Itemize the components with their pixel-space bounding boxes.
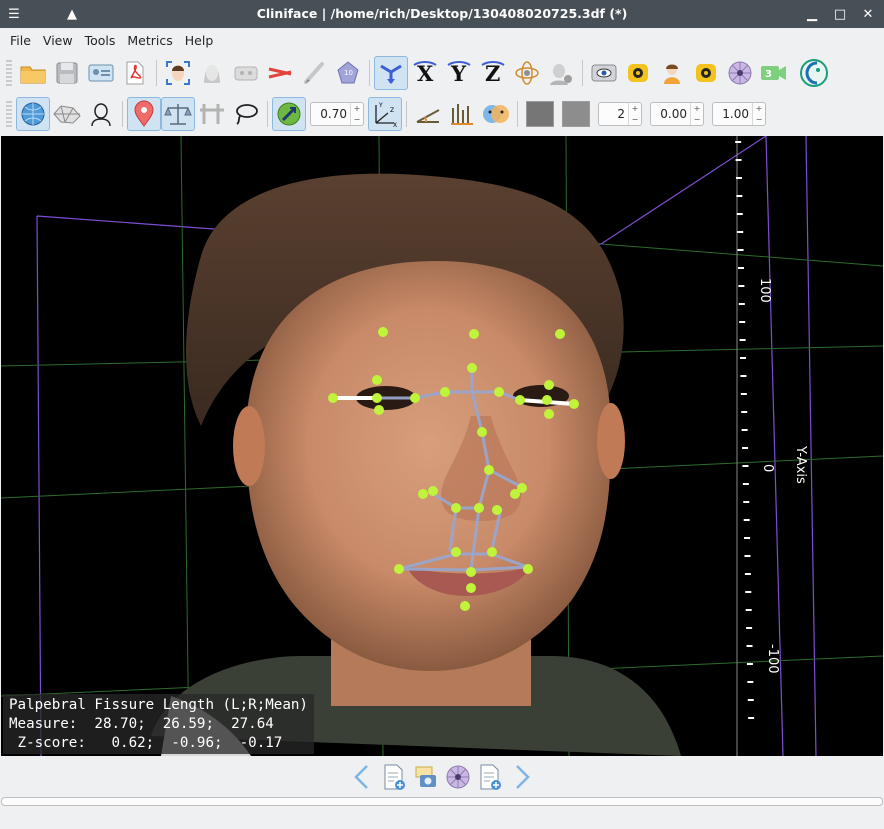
y-axis-icon[interactable]: Y <box>442 56 476 90</box>
globe-icon[interactable] <box>16 97 50 131</box>
toolbar-separator <box>582 60 583 86</box>
svg-text:X: X <box>393 122 397 129</box>
point-size-spinbox[interactable]: 2 + − <box>598 102 642 126</box>
toolbar-separator <box>122 101 123 127</box>
tick-label-100: 100 <box>757 278 772 303</box>
lasso-icon[interactable] <box>229 97 263 131</box>
status-progress-bar <box>1 797 883 806</box>
face-icon[interactable] <box>195 56 229 90</box>
tick-label-minus-100: -100 <box>765 644 780 674</box>
close-icon[interactable]: ✕ <box>858 4 878 24</box>
toolbar-separator <box>267 101 268 127</box>
toolbar-separator <box>406 101 407 127</box>
toolbar-separator <box>369 60 370 86</box>
cliniface-logo-icon[interactable] <box>797 56 831 90</box>
3d-viewport[interactable]: Y-Axis 100 0 -100 Palpebral Fissure Leng… <box>1 136 883 756</box>
angle-icon[interactable] <box>411 97 445 131</box>
mesh-icon[interactable] <box>50 97 84 131</box>
move-icon[interactable] <box>374 56 408 90</box>
bottom-nav <box>0 760 884 794</box>
y-axis-label: Y <box>450 61 467 86</box>
plane-icon[interactable] <box>195 97 229 131</box>
d10-icon[interactable]: 10 <box>331 56 365 90</box>
y-axis-label: Y-Axis <box>793 445 808 484</box>
toolbar-handle[interactable] <box>6 101 12 127</box>
main-toolbar: 10 X Y Z 3 <box>0 54 884 92</box>
scissors-icon[interactable] <box>263 56 297 90</box>
balance-icon[interactable] <box>161 97 195 131</box>
svg-text:Y: Y <box>378 102 383 109</box>
save-icon[interactable] <box>50 56 84 90</box>
spin-arrows-icon[interactable]: + − <box>628 103 641 125</box>
faces-icon[interactable] <box>479 97 513 131</box>
menu-metrics[interactable]: Metrics <box>121 33 178 48</box>
z-axis-label: Z <box>485 61 500 86</box>
spin-arrows-icon[interactable]: + − <box>752 103 765 125</box>
snapshot-icon[interactable] <box>410 761 442 793</box>
minimize-icon[interactable]: ▁ <box>802 4 822 24</box>
z-axis-icon[interactable]: Z <box>476 56 510 90</box>
maximize-icon[interactable]: □ <box>830 4 850 24</box>
menu-bar: File View Tools Metrics Help <box>0 28 884 52</box>
svg-text:Z: Z <box>390 107 394 114</box>
spin-view-icon[interactable] <box>442 761 474 793</box>
measurement-overlay: Palpebral Fissure Length (L;R;Mean) Measu… <box>3 694 314 754</box>
menu-file[interactable]: File <box>4 33 37 48</box>
menu-view[interactable]: View <box>37 33 79 48</box>
scene-render: Y-Axis 100 0 -100 <box>1 136 883 756</box>
pdf-icon[interactable] <box>118 56 152 90</box>
eye-camera-icon[interactable] <box>587 56 621 90</box>
measurement-zscores: Z-score: 0.62; -0.96; -0.17 <box>9 735 283 751</box>
face <box>246 261 611 671</box>
spin-arrows-icon[interactable]: + − <box>350 103 363 125</box>
x-axis-label: X <box>417 61 434 86</box>
opacity-spinbox[interactable]: 0.70 + − <box>310 102 364 126</box>
face-detect-icon[interactable] <box>161 56 195 90</box>
camera-3d-icon[interactable]: 3 <box>757 56 791 90</box>
open-folder-icon[interactable] <box>16 56 50 90</box>
landmark-pin-icon[interactable] <box>127 97 161 131</box>
tick-marks <box>735 141 755 719</box>
camera-icon[interactable] <box>621 56 655 90</box>
menu-help[interactable]: Help <box>179 33 220 48</box>
prev-arrow-icon[interactable] <box>346 761 378 793</box>
x-axis-icon[interactable]: X <box>408 56 442 90</box>
person-icon[interactable] <box>655 56 689 90</box>
brush-icon[interactable] <box>297 56 331 90</box>
toolbar-separator <box>517 101 518 127</box>
toolbar-separator <box>156 60 157 86</box>
measurement-title: Palpebral Fissure Length (L;R;Mean) <box>9 697 308 713</box>
spin-icon[interactable] <box>723 56 757 90</box>
spin-arrows-icon[interactable]: + − <box>690 103 703 125</box>
value-b-spinbox[interactable]: 0.00 + − <box>650 102 704 126</box>
title-bar: ☰ ▲ Cliniface | /home/rich/Desktop/13040… <box>0 0 884 28</box>
svg-text:10: 10 <box>344 69 353 77</box>
face-gray-icon[interactable] <box>544 56 578 90</box>
color-swatch-a[interactable] <box>526 101 554 127</box>
id-card-icon[interactable] <box>84 56 118 90</box>
next-arrow-icon[interactable] <box>506 761 538 793</box>
tick-label-0: 0 <box>760 464 775 472</box>
axes-icon[interactable]: YZ X <box>368 97 402 131</box>
orbit-icon[interactable] <box>510 56 544 90</box>
head-outline-icon[interactable] <box>84 97 118 131</box>
mask-icon[interactable] <box>229 56 263 90</box>
measurement-values: Measure: 28.70; 26.59; 27.64 <box>9 716 274 732</box>
color-swatch-b[interactable] <box>562 101 590 127</box>
link-icon[interactable] <box>272 97 306 131</box>
new-doc-icon[interactable] <box>378 761 410 793</box>
value-c-spinbox[interactable]: 1.00 + − <box>712 102 766 126</box>
camera-3d-badge: 3 <box>765 69 772 80</box>
bars-icon[interactable] <box>445 97 479 131</box>
camera-2-icon[interactable] <box>689 56 723 90</box>
toolbar-handle[interactable] <box>6 60 12 86</box>
window-title: Cliniface | /home/rich/Desktop/130408020… <box>256 6 628 21</box>
view-toolbar: 0.70 + − YZ X 2 + − 0.00 + − 1.00 + − <box>0 96 884 132</box>
add-doc-icon[interactable] <box>474 761 506 793</box>
menu-tools[interactable]: Tools <box>79 33 122 48</box>
